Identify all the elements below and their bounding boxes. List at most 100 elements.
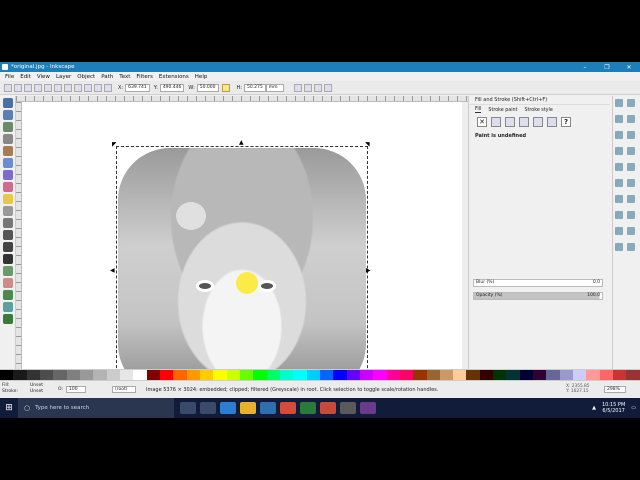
import-icon[interactable] <box>615 131 623 139</box>
palette-swatch[interactable] <box>413 370 427 380</box>
palette-swatch[interactable] <box>346 370 360 380</box>
eraser-tool-icon[interactable] <box>3 278 13 288</box>
raise-icon[interactable] <box>84 83 92 92</box>
open-icon[interactable] <box>627 99 635 107</box>
stroke-indicator[interactable]: Unset <box>30 389 43 395</box>
fill-stroke-icon[interactable] <box>615 227 623 235</box>
palette-swatch[interactable] <box>533 370 547 380</box>
palette-swatch[interactable] <box>279 370 294 380</box>
transform-patterns-icon[interactable] <box>323 83 332 92</box>
palette-swatch[interactable] <box>0 370 14 380</box>
notifications-icon[interactable]: ▭ <box>631 405 636 411</box>
redo-icon[interactable] <box>627 147 635 155</box>
palette-swatch[interactable] <box>399 370 414 380</box>
menu-layer[interactable]: Layer <box>56 74 71 80</box>
palette-swatch[interactable] <box>199 370 214 380</box>
scale-handle-top-left-icon[interactable]: ◤ <box>112 142 118 148</box>
palette-swatch[interactable] <box>386 370 400 380</box>
menu-view[interactable]: View <box>37 74 50 80</box>
scale-corners-icon[interactable] <box>303 83 312 92</box>
palette-swatch[interactable] <box>119 370 134 380</box>
minimize-button[interactable]: – <box>574 64 596 71</box>
height-field[interactable]: 50.275 <box>243 83 266 92</box>
zoom-tool-icon[interactable] <box>3 134 13 144</box>
xml-editor-icon[interactable] <box>615 243 623 251</box>
store-icon[interactable] <box>260 402 276 414</box>
palette-swatch[interactable] <box>599 370 614 380</box>
width-field[interactable]: 50.000 <box>196 83 219 92</box>
palette-swatch[interactable] <box>173 370 187 380</box>
palette-swatch[interactable] <box>293 370 307 380</box>
lower-to-bottom-icon[interactable] <box>104 83 112 92</box>
excel-icon[interactable] <box>300 402 316 414</box>
spiral-tool-icon[interactable] <box>3 206 13 216</box>
measure-tool-icon[interactable] <box>3 146 13 156</box>
rotate-ccw-icon[interactable] <box>34 83 42 92</box>
tweak-tool-icon[interactable] <box>3 122 13 132</box>
gradient-tool-icon[interactable] <box>3 302 13 312</box>
blur-slider[interactable]: Blur (%) 0.0 <box>473 279 603 287</box>
inkscape-taskbar-icon[interactable] <box>340 402 356 414</box>
edge-browser-icon[interactable] <box>220 402 236 414</box>
menu-path[interactable]: Path <box>101 74 113 80</box>
star-tool-icon[interactable] <box>3 194 13 204</box>
palette-swatch[interactable] <box>213 370 227 380</box>
deselect-icon[interactable] <box>24 83 32 92</box>
menu-help[interactable]: Help <box>195 74 208 80</box>
clock[interactable]: 10:15 PM 6/5/2017 <box>602 402 625 414</box>
select-all-icon[interactable] <box>4 83 12 92</box>
maximize-button[interactable]: ❐ <box>596 64 618 71</box>
current-layer-select[interactable]: (root) <box>112 386 136 393</box>
rotate-cw-icon[interactable] <box>44 83 52 92</box>
clone-icon[interactable] <box>627 195 635 203</box>
ellipse-tool-icon[interactable] <box>3 182 13 192</box>
blur-value[interactable]: 0.0 <box>593 280 600 286</box>
palette-swatch[interactable] <box>626 370 640 380</box>
new-document-icon[interactable] <box>615 99 623 107</box>
palette-swatch[interactable] <box>39 370 54 380</box>
rectangle-tool-icon[interactable] <box>3 158 13 168</box>
palette-swatch[interactable] <box>53 370 67 380</box>
pattern-icon[interactable] <box>533 117 543 127</box>
palette-swatch[interactable] <box>439 370 454 380</box>
palette-swatch[interactable] <box>479 370 494 380</box>
linear-gradient-icon[interactable] <box>505 117 515 127</box>
text-tool-icon[interactable] <box>3 254 13 264</box>
tab-fill[interactable]: Fill <box>475 107 482 113</box>
align-distribute-icon[interactable] <box>627 243 635 251</box>
scale-handle-top-right-icon[interactable]: ◥ <box>365 142 371 148</box>
pen-tool-icon[interactable] <box>3 230 13 240</box>
paint-bucket-tool-icon[interactable] <box>3 290 13 300</box>
node-tool-icon[interactable] <box>3 110 13 120</box>
pencil-tool-icon[interactable] <box>3 218 13 228</box>
drawing-canvas[interactable]: ◤ ◥ ◣ ◢ ▲ ▼ ◀ ▶ <box>22 102 462 402</box>
taskbar-search-box[interactable]: ○ Type here to search <box>18 398 174 418</box>
menu-edit[interactable]: Edit <box>20 74 31 80</box>
flat-color-icon[interactable] <box>491 117 501 127</box>
swatch-icon[interactable] <box>547 117 557 127</box>
menu-filters[interactable]: Filters <box>136 74 153 80</box>
palette-swatch[interactable] <box>359 370 374 380</box>
text-font-icon[interactable] <box>627 227 635 235</box>
powerpoint-icon[interactable] <box>320 402 336 414</box>
palette-swatch[interactable] <box>133 370 147 380</box>
close-button[interactable]: ✕ <box>618 64 640 71</box>
palette-swatch[interactable] <box>266 370 280 380</box>
palette-swatch[interactable] <box>319 370 334 380</box>
opacity-value[interactable]: 100.0 <box>587 293 600 299</box>
palette-swatch[interactable] <box>186 370 200 380</box>
zoom-field[interactable]: 298% <box>604 386 626 393</box>
3d-box-tool-icon[interactable] <box>3 170 13 180</box>
tab-stroke-style[interactable]: Stroke style <box>524 108 552 113</box>
palette-swatch[interactable] <box>13 370 27 380</box>
paste-icon[interactable] <box>627 163 635 171</box>
flip-vertical-icon[interactable] <box>64 83 72 92</box>
palette-swatch[interactable] <box>546 370 560 380</box>
file-explorer-icon[interactable] <box>240 402 256 414</box>
palette-swatch[interactable] <box>306 370 320 380</box>
windows-start-icon[interactable]: ⊞ <box>0 398 18 418</box>
palette-swatch[interactable] <box>79 370 94 380</box>
palette-swatch[interactable] <box>506 370 520 380</box>
palette-swatch[interactable] <box>159 370 174 380</box>
x-field[interactable]: 639.741 <box>125 83 150 92</box>
